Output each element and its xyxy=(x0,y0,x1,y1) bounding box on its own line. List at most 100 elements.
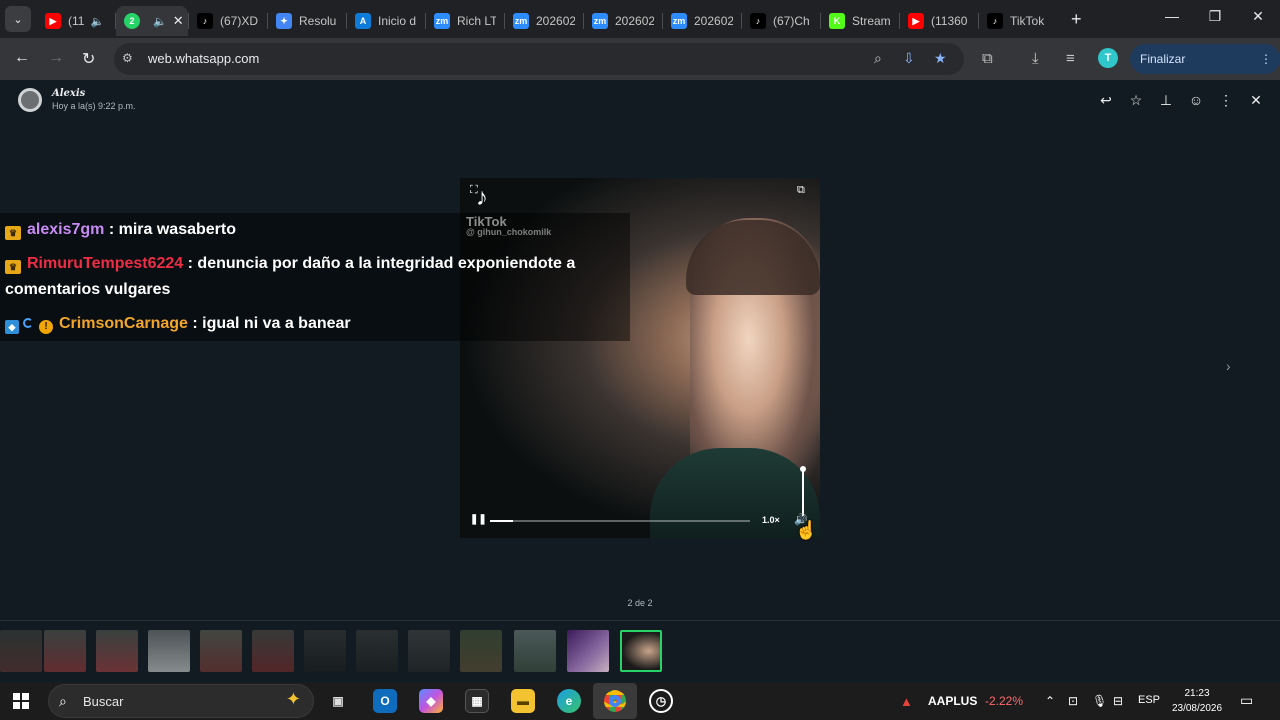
next-status-arrow-icon[interactable]: › xyxy=(1226,358,1231,374)
status-thumbnail[interactable] xyxy=(44,630,86,672)
new-tab-button[interactable]: + xyxy=(1071,9,1082,30)
extensions-icon[interactable]: ⧉ xyxy=(982,50,993,67)
status-thumbnail[interactable] xyxy=(200,630,242,672)
minimize-button[interactable]: — xyxy=(1152,8,1192,24)
status-thumbnail-current[interactable] xyxy=(620,630,662,672)
stock-chart-icon: ▲ xyxy=(900,694,913,709)
install-app-icon[interactable]: ⇩ xyxy=(903,50,915,67)
zoom-icon[interactable]: ⌕ xyxy=(874,50,882,67)
tray-device-icon[interactable]: ⊡ xyxy=(1068,694,1078,708)
browser-tab[interactable]: zm 202602 xyxy=(663,6,741,36)
browser-tab[interactable]: ▶ (11 🔈 xyxy=(37,6,115,36)
status-counter: 2 de 2 xyxy=(627,598,653,608)
taskbar-search[interactable]: ⌕ Buscar ✦ xyxy=(48,684,314,718)
tab-search-button[interactable]: ⌄ xyxy=(5,6,31,32)
reload-button[interactable]: ↻ xyxy=(82,49,95,69)
address-bar[interactable]: ⚙ web.whatsapp.com ⌕ ⇩ ★ xyxy=(114,43,964,75)
file-explorer-icon[interactable]: ▬ xyxy=(511,689,535,713)
browser-tab[interactable]: ♪ (67)XD xyxy=(189,6,267,36)
status-thumbnail[interactable] xyxy=(514,630,556,672)
chat-message: ◆! CrimsonCarnage : igual ni va a banear xyxy=(0,307,630,341)
bookmark-star-icon[interactable]: ★ xyxy=(934,50,947,67)
back-button[interactable]: ← xyxy=(14,49,30,67)
pause-icon[interactable]: ❚❚ xyxy=(470,514,487,525)
ring-badge-icon xyxy=(23,318,33,328)
notifications-icon[interactable]: ▭ xyxy=(1240,692,1253,709)
windows-start-icon[interactable] xyxy=(13,693,29,709)
browser-tab[interactable]: ♪ (67)Ch xyxy=(742,6,820,36)
close-window-button[interactable]: ✕ xyxy=(1238,8,1278,25)
browser-tab[interactable]: 2 🔈 ✕ xyxy=(116,6,188,36)
microsoft-store-icon[interactable]: ▦ xyxy=(465,689,489,713)
task-view-icon[interactable]: ▣ xyxy=(326,689,350,713)
chrome-icon[interactable] xyxy=(593,683,637,719)
finish-update-button[interactable]: Finalizar actualización ⋮ xyxy=(1130,44,1280,96)
system-clock[interactable]: 21:23 23/08/2026 xyxy=(1165,686,1229,716)
search-icon: ⌕ xyxy=(59,693,67,709)
browser-tab[interactable]: ✦ Resolu xyxy=(268,6,346,36)
zoom-icon: zm xyxy=(513,13,529,29)
status-thumbnail[interactable] xyxy=(252,630,294,672)
copilot-icon[interactable]: ◆ xyxy=(419,689,443,713)
clock-time: 21:23 xyxy=(1184,688,1210,699)
browser-tab[interactable]: zm 202602 xyxy=(584,6,662,36)
media-controls-icon[interactable]: ≡ xyxy=(1066,50,1075,67)
browser-tab[interactable]: zm 202602 xyxy=(505,6,583,36)
close-tab-icon[interactable]: ✕ xyxy=(173,13,184,29)
tab-label: 202602 xyxy=(536,14,575,28)
outlook-icon[interactable]: O xyxy=(373,689,397,713)
pin-icon[interactable]: ⊥ xyxy=(1156,92,1176,109)
youtube-icon: ▶ xyxy=(45,13,61,29)
whatsapp-icon: 2 xyxy=(124,13,140,29)
tray-chevron-icon[interactable]: ⌃ xyxy=(1045,694,1055,708)
browser-tab[interactable]: ♪ TikTok xyxy=(979,6,1057,36)
zoom-icon: zm xyxy=(671,13,687,29)
status-thumbnail[interactable] xyxy=(0,630,42,672)
forward-button[interactable]: → xyxy=(48,49,64,67)
restore-button[interactable]: ❐ xyxy=(1195,8,1235,25)
sender-avatar[interactable] xyxy=(18,88,42,112)
browser-tab[interactable]: K Stream xyxy=(821,6,899,36)
profile-avatar[interactable]: T xyxy=(1098,48,1118,68)
emoji-icon[interactable]: ☺ xyxy=(1186,92,1206,108)
speaker-icon[interactable]: 🔈 xyxy=(90,15,104,28)
browser-tab[interactable]: zm Rich LT xyxy=(426,6,504,36)
star-icon[interactable]: ☆ xyxy=(1126,92,1146,109)
tab-label: (11360 xyxy=(931,14,968,28)
browser-tab[interactable]: A Inicio d xyxy=(347,6,425,36)
status-thumbnail[interactable] xyxy=(304,630,346,672)
status-thumbnail[interactable] xyxy=(148,630,190,672)
url-text: web.whatsapp.com xyxy=(148,51,260,66)
progress-track[interactable] xyxy=(490,520,750,522)
tab-label: Resolu xyxy=(299,14,337,28)
browser-tab[interactable]: ▶ (11360 xyxy=(900,6,978,36)
speaker-icon[interactable]: 🔈 xyxy=(153,15,167,28)
stock-name[interactable]: AAPLUS xyxy=(928,694,977,708)
downloads-icon[interactable]: ⤓ xyxy=(1032,50,1039,67)
status-thumbnail[interactable] xyxy=(567,630,609,672)
kick-icon: K xyxy=(829,13,845,29)
more-options-icon[interactable]: ⋮ xyxy=(1216,92,1236,109)
video-controls: ❚❚ 1.0× 🔊 xyxy=(460,504,820,538)
status-thumbnail[interactable] xyxy=(96,630,138,672)
microphone-icon[interactable]: 🎙 xyxy=(1092,694,1107,708)
reply-icon[interactable]: ↩ xyxy=(1096,92,1116,109)
status-thumbnail[interactable] xyxy=(460,630,502,672)
app-a-icon: A xyxy=(355,13,371,29)
status-thumbnail[interactable] xyxy=(408,630,450,672)
clock-app-icon[interactable]: ◷ xyxy=(649,689,673,713)
playback-speed[interactable]: 1.0× xyxy=(762,515,780,525)
tiktok-icon: ♪ xyxy=(987,13,1003,29)
windows-taskbar: ⌕ Buscar ✦ ▣ O ◆ ▦ ▬ e ◷ ▲ AAPLUS -2.22%… xyxy=(0,682,1280,720)
network-icon[interactable]: ⊟ xyxy=(1113,694,1123,708)
language-indicator[interactable]: ESP xyxy=(1138,694,1160,706)
tab-label: 202602 xyxy=(694,14,733,28)
edge-icon[interactable]: e xyxy=(557,689,581,713)
crown-badge-icon: ♛ xyxy=(5,226,21,240)
site-info-icon[interactable]: ⚙ xyxy=(122,51,133,65)
picture-in-picture-icon[interactable]: ⧉ xyxy=(797,184,805,197)
status-thumbnail[interactable] xyxy=(356,630,398,672)
volume-knob[interactable] xyxy=(800,466,806,472)
tab-label: TikTok xyxy=(1010,14,1045,28)
close-icon[interactable]: ✕ xyxy=(1246,92,1266,109)
